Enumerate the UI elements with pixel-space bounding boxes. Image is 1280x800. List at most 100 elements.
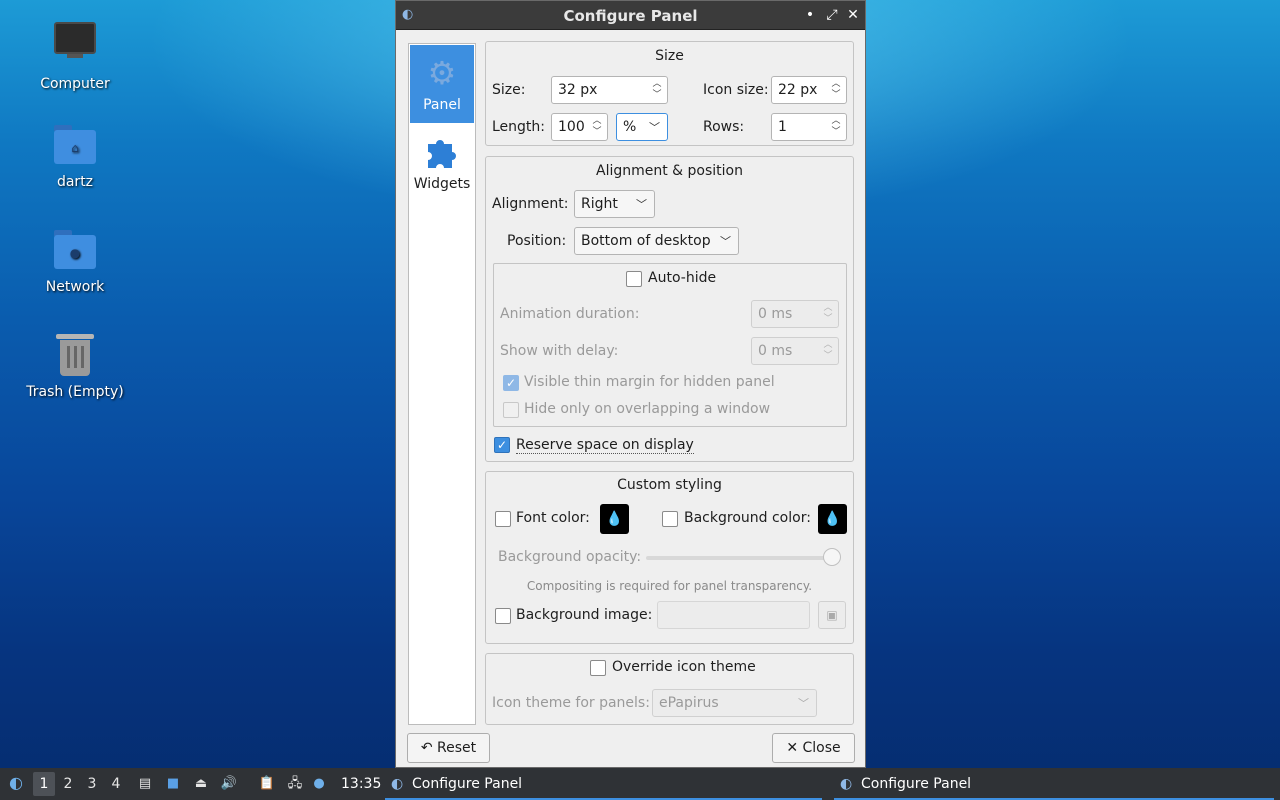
rows-value: 1 [778,119,787,135]
minimize-button[interactable]: • [801,6,819,24]
override-icon-theme-label[interactable]: Override icon theme [612,659,756,675]
auto-hide-label[interactable]: Auto-hide [648,270,716,286]
icon-theme-label: Icon theme for panels: [492,695,650,711]
alignment-position-group: Alignment & position Alignment: Right ﹀ … [485,156,854,462]
desktop-icon-label: Network [45,279,105,295]
spin-arrows-icon[interactable]: ︿ ﹀ [591,116,603,138]
reserve-space-label[interactable]: Reserve space on display [516,437,694,454]
spin-arrows-icon[interactable]: ︿ ﹀ [830,79,842,101]
length-unit-select[interactable]: % ﹀ [616,113,668,141]
spin-arrows-icon[interactable]: ︿ ﹀ [830,116,842,138]
desktop-icon-label: Computer [40,76,110,92]
desktop-icon-label: Trash (Empty) [26,384,124,400]
length-label: Length: [492,119,546,135]
background-color-label[interactable]: Background color: [684,510,811,526]
desktop-switch-4[interactable]: 4 [105,772,127,796]
browse-image-button[interactable]: ▣ [818,601,846,629]
thin-margin-label[interactable]: Visible thin margin for hidden panel [524,374,775,390]
settings-sidebar: ⚙ Panel Widgets [408,43,476,725]
clipboard-icon[interactable]: 📋 [258,775,276,793]
font-color-checkbox[interactable] [495,511,511,527]
background-color-picker-button[interactable]: 💧 [818,504,847,534]
spin-arrows-icon[interactable]: ︿ ﹀ [822,340,834,362]
desktop-icon-home[interactable]: ⌂ dartz [10,120,140,190]
main-menu-icon[interactable]: ◐ [6,774,26,794]
auto-hide-checkbox[interactable] [626,271,642,287]
configure-panel-dialog: ◐ Configure Panel • ⤢ ✕ ⚙ Panel Widgets … [395,0,866,768]
title-bar[interactable]: ◐ Configure Panel • ⤢ ✕ [396,1,865,30]
file-manager-icon[interactable]: ▤ [136,775,154,793]
desktop-switch-1[interactable]: 1 [33,772,55,796]
desktop-switch-3[interactable]: 3 [81,772,103,796]
hide-overlap-label[interactable]: Hide only on overlapping a window [524,401,770,417]
chevron-down-icon: ﹀ [649,121,660,134]
home-folder-icon: ⌂ [51,120,99,168]
hide-overlap-checkbox[interactable] [503,402,519,418]
background-image-checkbox[interactable] [495,608,511,624]
spin-arrows-icon[interactable]: ︿ ﹀ [822,303,834,325]
spin-arrows-icon[interactable]: ︿ ﹀ [651,79,663,101]
size-value: 32 px [558,82,598,98]
icon-size-label: Icon size: [703,82,769,98]
close-icon: ✕ [786,740,803,756]
auto-hide-group: Auto-hide Animation duration: 0 ms ︿ ﹀ Sh… [493,263,847,427]
rows-spinbox[interactable]: 1 ︿ ﹀ [771,113,847,141]
position-select[interactable]: Bottom of desktop ﹀ [574,227,739,255]
background-image-label[interactable]: Background image: [516,607,652,623]
desktop-icon-computer[interactable]: Computer [10,16,140,92]
desktop-icon-trash[interactable]: Trash (Empty) [10,330,140,400]
size-spinbox[interactable]: 32 px ︿ ﹀ [551,76,668,104]
taskbar-task[interactable]: ◐ Configure Panel [385,768,822,800]
puzzle-icon [422,132,462,172]
show-delay-value: 0 ms [758,343,793,359]
show-desktop-icon[interactable]: ■ [164,775,182,793]
alignment-group-title: Alignment & position [596,163,743,179]
font-color-label[interactable]: Font color: [516,510,590,526]
alignment-label: Alignment: [492,196,569,212]
desktop-switch-2[interactable]: 2 [57,772,79,796]
gear-icon: ⚙ [427,54,457,92]
sidebar-item-widgets[interactable]: Widgets [410,124,474,202]
override-icon-theme-checkbox[interactable] [590,660,606,676]
network-tray-icon[interactable]: 🖧 [286,775,304,793]
eject-icon[interactable]: ⏏ [192,775,210,793]
taskbar-task[interactable]: ◐ Configure Panel [834,768,1274,800]
background-opacity-slider[interactable] [646,556,839,560]
custom-styling-group: Custom styling Font color: 💧 Background … [485,471,854,644]
show-delay-spinbox[interactable]: 0 ms ︿ ﹀ [751,337,839,365]
color-drop-icon: 💧 [605,511,624,527]
close-button[interactable]: ✕ Close [772,733,855,763]
reset-button-label: Reset [437,740,477,756]
trash-icon [51,330,99,378]
animation-duration-value: 0 ms [758,306,793,322]
custom-styling-title: Custom styling [617,477,722,493]
computer-icon [51,22,99,70]
length-spinbox[interactable]: 100 ︿ ﹀ [551,113,608,141]
slider-handle[interactable] [823,548,841,566]
reserve-space-checkbox[interactable]: ✓ [494,437,510,453]
rows-label: Rows: [703,119,745,135]
icon-size-spinbox[interactable]: 22 px ︿ ﹀ [771,76,847,104]
update-notifier-icon[interactable]: ● [310,775,328,793]
background-opacity-label: Background opacity: [498,549,642,565]
volume-icon[interactable]: 🔊 [220,775,238,793]
reset-button[interactable]: ↶ Reset [407,733,490,763]
task-label: Configure Panel [861,776,972,792]
animation-duration-spinbox[interactable]: 0 ms ︿ ﹀ [751,300,839,328]
sidebar-item-panel[interactable]: ⚙ Panel [410,45,474,123]
maximize-button[interactable]: ⤢ [823,6,841,24]
alignment-select[interactable]: Right ﹀ [574,190,655,218]
close-window-button[interactable]: ✕ [844,6,862,24]
thin-margin-checkbox[interactable]: ✓ [503,375,519,391]
network-folder-icon: ● [51,225,99,273]
sidebar-item-label: Panel [423,97,461,113]
desktop-icon-network[interactable]: ● Network [10,225,140,295]
font-color-picker-button[interactable]: 💧 [600,504,629,534]
background-image-field[interactable] [657,601,810,629]
clock[interactable]: 13:35 [341,768,381,800]
compositing-note: Compositing is required for panel transp… [526,579,813,593]
alignment-value: Right [581,196,618,212]
background-color-checkbox[interactable] [662,511,678,527]
length-unit-value: % [623,119,637,135]
icon-theme-select[interactable]: ePapirus ﹀ [652,689,817,717]
